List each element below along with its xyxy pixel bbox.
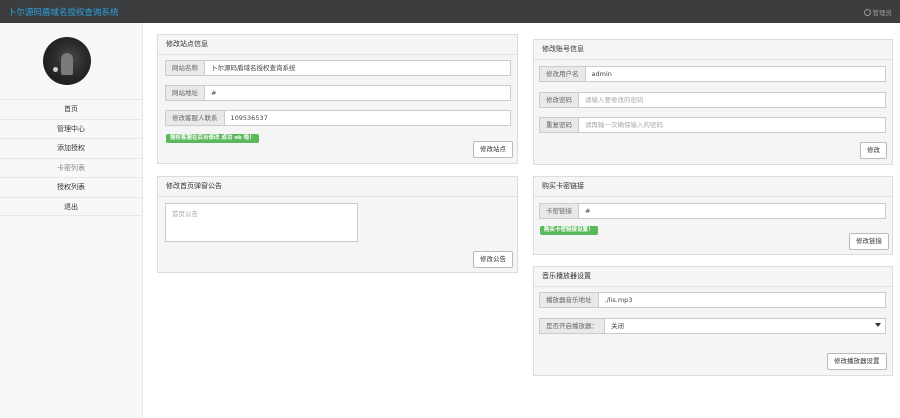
confirm-password-label: 重复密码 <box>539 117 579 133</box>
card-link-badge: 购买卡密链接设置！ <box>540 226 598 235</box>
music-toggle-value: 关闭 <box>611 322 624 330</box>
top-navbar: 卜尔源码盾域名授权查询系统 管理员 <box>0 0 900 23</box>
site-url-label: 网站地址 <box>165 85 205 101</box>
site-name-label: 网站名称 <box>165 60 205 76</box>
panel-title: 修改站点信息 <box>158 35 517 55</box>
card-link-input[interactable]: # <box>579 203 886 219</box>
save-announcement-button[interactable]: 修改公告 <box>473 251 513 268</box>
confirm-password-input[interactable]: 请再输一次确保输入的密码 <box>579 117 886 133</box>
save-site-button[interactable]: 修改站点 <box>473 141 513 158</box>
sidebar-item-logout[interactable]: 退出 <box>0 196 142 216</box>
account-panel: 修改账号信息 修改用户名 admin 修改密码 请输入要修改的密码 重复密码 请… <box>533 39 893 165</box>
site-name-input[interactable]: 卜尔源码盾域名授权查询系统 <box>205 60 511 76</box>
announcement-panel: 修改首页弹窗公告 首页公告 修改公告 <box>157 176 518 273</box>
service-qq-input[interactable]: 109536537 <box>224 110 511 126</box>
username-label: 修改用户名 <box>539 66 586 82</box>
password-group: 修改密码 请输入要修改的密码 <box>539 92 886 108</box>
music-url-group: 播放器音乐地址 ./lis.mp3 <box>539 292 886 308</box>
music-toggle-group: 是否开启播放器： 关闭 <box>539 318 886 334</box>
sidebar-item-home[interactable]: 首页 <box>0 99 142 119</box>
app-title[interactable]: 卜尔源码盾域名授权查询系统 <box>8 6 119 18</box>
save-music-button[interactable]: 修改播放器设置 <box>827 353 887 370</box>
card-link-group: 卡密链接 # <box>539 203 886 219</box>
avatar-sparkle <box>53 67 58 72</box>
sidebar-item-add-auth[interactable]: 添加授权 <box>0 138 142 158</box>
card-link-label: 卡密链接 <box>539 203 579 219</box>
site-url-input[interactable]: # <box>205 85 511 101</box>
sidebar-item-admin-center[interactable]: 管理中心 <box>0 118 142 139</box>
service-qq-label: 修改客服人联系 <box>165 110 225 126</box>
panel-title: 购买卡密链接 <box>534 177 892 197</box>
panel-title: 修改账号信息 <box>534 40 892 60</box>
username-input[interactable]: admin <box>585 66 886 82</box>
music-toggle-label: 是否开启播放器： <box>539 318 605 334</box>
chevron-down-icon <box>875 323 881 327</box>
music-panel: 音乐播放器设置 播放器音乐地址 ./lis.mp3 是否开启播放器： 关闭 修改… <box>533 266 893 376</box>
admin-menu[interactable]: 管理员 <box>863 7 893 17</box>
save-card-link-button[interactable]: 修改链接 <box>849 233 889 250</box>
panel-title: 音乐播放器设置 <box>534 267 892 287</box>
avatar <box>43 37 91 85</box>
avatar-figure <box>61 53 73 75</box>
gear-icon <box>863 8 871 16</box>
username-group: 修改用户名 admin <box>539 66 886 82</box>
site-settings-badge: 授权客服在后台修改 成功 ok 啦！ <box>166 134 259 143</box>
confirm-password-group: 重复密码 请再输一次确保输入的密码 <box>539 117 886 133</box>
site-settings-panel: 修改站点信息 网站名称 卜尔源码盾域名授权查询系统 网站地址 # 修改客服人联系… <box>157 34 518 164</box>
save-account-button[interactable]: 修改 <box>860 142 887 159</box>
password-input[interactable]: 请输入要修改的密码 <box>579 92 886 108</box>
sidebar-nav: 首页 管理中心 添加授权 卡密列表 授权列表 退出 <box>0 99 142 216</box>
sidebar: 首页 管理中心 添加授权 卡密列表 授权列表 退出 <box>0 23 143 418</box>
announcement-textarea[interactable]: 首页公告 <box>165 203 358 242</box>
sidebar-item-card-list[interactable]: 卡密列表 <box>0 157 142 178</box>
password-label: 修改密码 <box>539 92 579 108</box>
site-name-group: 网站名称 卜尔源码盾域名授权查询系统 <box>165 60 511 76</box>
site-url-group: 网站地址 # <box>165 85 511 101</box>
admin-label: 管理员 <box>872 9 893 17</box>
card-link-panel: 购买卡密链接 卡密链接 # 购买卡密链接设置！ 修改链接 <box>533 176 893 255</box>
music-toggle-select[interactable]: 关闭 <box>605 318 886 334</box>
service-qq-group: 修改客服人联系 109536537 <box>165 110 511 126</box>
music-url-input[interactable]: ./lis.mp3 <box>598 292 886 308</box>
sidebar-item-auth-list[interactable]: 授权列表 <box>0 177 142 197</box>
music-url-label: 播放器音乐地址 <box>539 292 599 308</box>
panel-title: 修改首页弹窗公告 <box>158 177 517 197</box>
